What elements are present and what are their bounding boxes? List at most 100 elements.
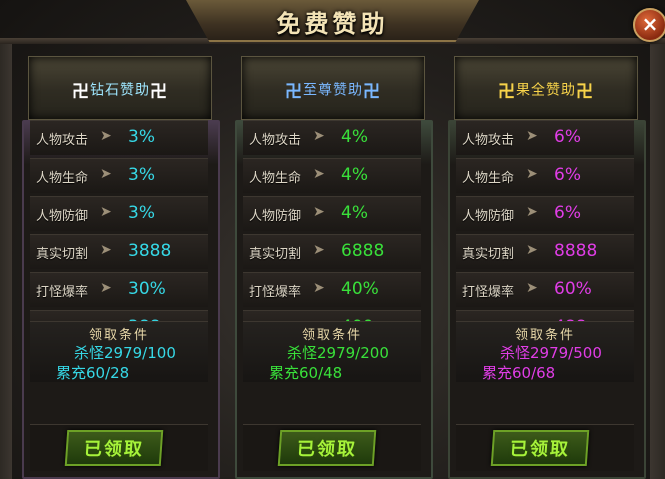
stat-label: 人物攻击 [36,133,89,148]
stat-value: 6% [554,203,581,223]
claim-conditions: 领取条件 杀怪2979/200 累充60/48 [243,321,421,382]
kill-count: 杀怪2979/100 [74,344,176,362]
stat-label: 打怪爆率 [36,285,89,300]
stat-value: 6888 [341,241,385,261]
claimed-label: 已领取 [296,439,358,460]
stat-label: 人物攻击 [462,133,515,148]
sponsor-symbol-icon: 卍 [363,82,381,102]
claimed-button[interactable]: 已领取 [490,430,590,466]
claimed-label: 已领取 [509,439,571,460]
conditions-title: 领取条件 [301,328,362,343]
recharge-total: 累充60/28 [56,364,130,382]
sponsor-symbol-icon: 卍 [498,82,516,102]
close-button[interactable]: × [633,8,665,42]
panel-header: 卍钻石赞助卍 [28,56,212,120]
recharge-total: 累充60/48 [269,364,343,382]
arrow-icon: ➤ [313,166,325,182]
right-frame [650,44,665,479]
stat-value: 60% [554,279,592,299]
stat-row: 人物攻击 ➤ 3% [30,120,208,155]
claim-conditions: 领取条件 杀怪2979/500 累充60/68 [456,321,634,382]
arrow-icon: ➤ [313,242,325,258]
arrow-icon: ➤ [526,204,538,220]
stat-label: 人物生命 [36,171,89,186]
stat-value: 3% [128,203,155,223]
stat-value: 4% [341,203,368,223]
stat-row: 真实切割 ➤ 8888 [456,234,634,269]
panel-title: 果全赞助 [516,82,576,99]
arrow-icon: ➤ [100,204,112,220]
panel-title: 钻石赞助 [90,82,150,99]
stat-label: 人物防御 [249,209,302,224]
sponsor-panel: 卍钻石赞助卍人物攻击 ➤ 3% 人物生命 ➤ 3% 人物防御 ➤ 3% 真实切割 ➤ 3888 打怪爆率… [22,44,222,479]
stat-row: 人物防御 ➤ 4% [243,196,421,231]
stat-value: 4% [341,127,368,147]
claim-conditions: 领取条件 杀怪2979/100 累充60/28 [30,321,208,382]
arrow-icon: ➤ [100,166,112,182]
stat-value: 30% [128,279,166,299]
stat-label: 真实切割 [249,247,302,262]
recharge-total: 累充60/68 [482,364,556,382]
sponsor-symbol-icon: 卍 [72,82,90,102]
stat-row: 打怪爆率 ➤ 40% [243,272,421,307]
kill-count: 杀怪2979/500 [500,344,602,362]
claimed-label: 已领取 [83,439,145,460]
sponsor-panel: 卍果全赞助卍人物攻击 ➤ 6% 人物生命 ➤ 6% 人物防御 ➤ 6% 真实切割 ➤ 8888 打怪爆率… [448,44,648,479]
close-icon: × [641,12,659,36]
claimed-button[interactable]: 已领取 [277,430,377,466]
stat-value: 3% [128,165,155,185]
sponsor-window: 免费赞助 × 卍钻石赞助卍 人物攻击 ➤ 3% 人物生命 ➤ 3% 人物防御 ➤ 3% 真实切割 ➤ 3… [0,0,665,479]
arrow-icon: ➤ [100,242,112,258]
stat-row: 真实切割 ➤ 3888 [30,234,208,269]
left-frame [0,44,12,479]
stat-value: 40% [341,279,379,299]
stat-label: 人物防御 [462,209,515,224]
stat-row: 人物生命 ➤ 3% [30,158,208,193]
arrow-icon: ➤ [100,280,112,296]
arrow-icon: ➤ [526,280,538,296]
arrow-icon: ➤ [526,242,538,258]
stat-row: 打怪爆率 ➤ 60% [456,272,634,307]
arrow-icon: ➤ [526,166,538,182]
stat-label: 打怪爆率 [249,285,302,300]
stat-value: 8888 [554,241,598,261]
sponsor-panel: 卍至尊赞助卍人物攻击 ➤ 4% 人物生命 ➤ 4% 人物防御 ➤ 4% 真实切割 ➤ 6888 打怪爆率… [235,44,435,479]
stat-row: 人物攻击 ➤ 4% [243,120,421,155]
window-title: 免费赞助 [276,9,389,38]
stat-label: 人物攻击 [249,133,302,148]
sponsor-symbol-icon: 卍 [576,82,594,102]
conditions-title: 领取条件 [88,328,149,343]
sponsor-symbol-icon: 卍 [285,82,303,102]
stat-value: 6% [554,127,581,147]
arrow-icon: ➤ [313,128,325,144]
stat-value: 3% [128,127,155,147]
stat-label: 人物生命 [249,171,302,186]
stat-label: 真实切割 [462,247,515,262]
panel-header: 卍至尊赞助卍 [241,56,425,120]
stat-label: 打怪爆率 [462,285,515,300]
stat-row: 人物攻击 ➤ 6% [456,120,634,155]
stat-value: 3888 [128,241,172,261]
panel-title: 至尊赞助 [303,82,363,99]
stat-row: 人物生命 ➤ 4% [243,158,421,193]
arrow-icon: ➤ [526,128,538,144]
kill-count: 杀怪2979/200 [287,344,389,362]
stat-value: 6% [554,165,581,185]
panel-header: 卍果全赞助卍 [454,56,638,120]
conditions-title: 领取条件 [514,328,575,343]
sponsor-symbol-icon: 卍 [150,82,168,102]
stat-row: 人物生命 ➤ 6% [456,158,634,193]
arrow-icon: ➤ [100,128,112,144]
stat-label: 人物生命 [462,171,515,186]
arrow-icon: ➤ [313,280,325,296]
stat-value: 4% [341,165,368,185]
stat-row: 人物防御 ➤ 3% [30,196,208,231]
claimed-button[interactable]: 已领取 [64,430,164,466]
title-banner: 免费赞助 [186,0,479,42]
stat-row: 真实切割 ➤ 6888 [243,234,421,269]
stat-label: 人物防御 [36,209,89,224]
arrow-icon: ➤ [313,204,325,220]
stat-row: 人物防御 ➤ 6% [456,196,634,231]
stat-label: 真实切割 [36,247,89,262]
stat-row: 打怪爆率 ➤ 30% [30,272,208,307]
